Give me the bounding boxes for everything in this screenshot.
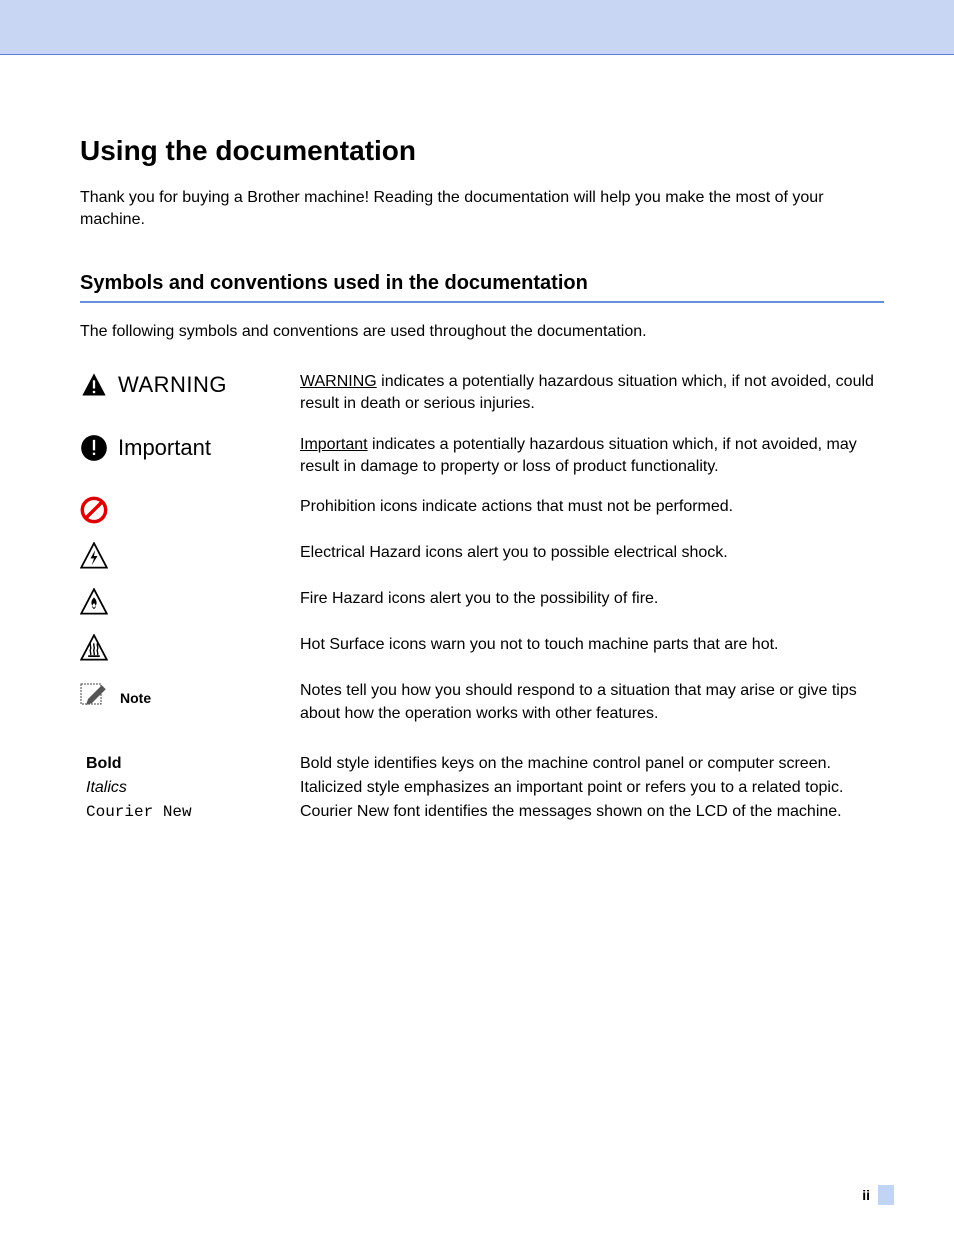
style-desc-courier: Courier New font identifies the messages… xyxy=(300,803,884,821)
note-icon xyxy=(80,680,110,706)
symbol-label-prohibition xyxy=(80,496,300,524)
page-content: Using the documentation Thank you for bu… xyxy=(0,55,954,867)
page-number: ii xyxy=(862,1187,870,1203)
note-description: Notes tell you how you should respond to… xyxy=(300,680,884,725)
prohibition-description: Prohibition icons indicate actions that … xyxy=(300,496,884,518)
symbol-label-important: Important xyxy=(80,434,300,462)
note-label-text: Note xyxy=(120,690,151,706)
symbol-row-hot-surface: Hot Surface icons warn you not to touch … xyxy=(80,634,884,662)
hot-surface-icon xyxy=(80,634,108,662)
symbol-row-important: Important Important indicates a potentia… xyxy=(80,434,884,479)
prohibition-icon xyxy=(80,496,108,524)
symbol-row-fire: Fire Hazard icons alert you to the possi… xyxy=(80,588,884,616)
style-row-italics: Italics Italicized style emphasizes an i… xyxy=(80,779,884,797)
section-title: Symbols and conventions used in the docu… xyxy=(80,272,884,303)
text-styles-block: Bold Bold style identifies keys on the m… xyxy=(80,755,884,821)
symbol-label-electrical xyxy=(80,542,300,570)
hot-surface-description: Hot Surface icons warn you not to touch … xyxy=(300,634,884,656)
style-desc-bold: Bold style identifies keys on the machin… xyxy=(300,755,884,773)
important-circle-icon xyxy=(80,434,108,462)
fire-description: Fire Hazard icons alert you to the possi… xyxy=(300,588,884,610)
electrical-hazard-icon xyxy=(80,542,108,570)
style-row-bold: Bold Bold style identifies keys on the m… xyxy=(80,755,884,773)
style-row-courier: Courier New Courier New font identifies … xyxy=(80,803,884,821)
symbol-row-note: Note Notes tell you how you should respo… xyxy=(80,680,884,725)
top-header-bar xyxy=(0,0,954,55)
symbol-row-electrical: Electrical Hazard icons alert you to pos… xyxy=(80,542,884,570)
symbol-label-hot-surface xyxy=(80,634,300,662)
warning-label-text: WARNING xyxy=(118,372,227,398)
important-description: Important indicates a potentially hazard… xyxy=(300,434,884,479)
intro-paragraph: Thank you for buying a Brother machine! … xyxy=(80,187,884,232)
symbol-label-warning: WARNING xyxy=(80,371,300,399)
symbol-label-fire xyxy=(80,588,300,616)
page-tab-marker xyxy=(878,1185,894,1205)
warning-description: WARNING indicates a potentially hazardou… xyxy=(300,371,884,416)
page-title: Using the documentation xyxy=(80,135,884,167)
symbol-row-prohibition: Prohibition icons indicate actions that … xyxy=(80,496,884,524)
warning-triangle-icon xyxy=(80,371,108,399)
electrical-description: Electrical Hazard icons alert you to pos… xyxy=(300,542,884,564)
style-label-courier: Courier New xyxy=(80,803,300,821)
section-lead: The following symbols and conventions ar… xyxy=(80,323,884,341)
page-footer: ii xyxy=(862,1185,894,1205)
style-label-bold: Bold xyxy=(80,755,300,773)
symbol-row-warning: WARNING WARNING indicates a potentially … xyxy=(80,371,884,416)
fire-hazard-icon xyxy=(80,588,108,616)
style-label-italics: Italics xyxy=(80,779,300,797)
symbol-label-note: Note xyxy=(80,680,300,706)
important-label-text: Important xyxy=(118,435,211,461)
style-desc-italics: Italicized style emphasizes an important… xyxy=(300,779,884,797)
